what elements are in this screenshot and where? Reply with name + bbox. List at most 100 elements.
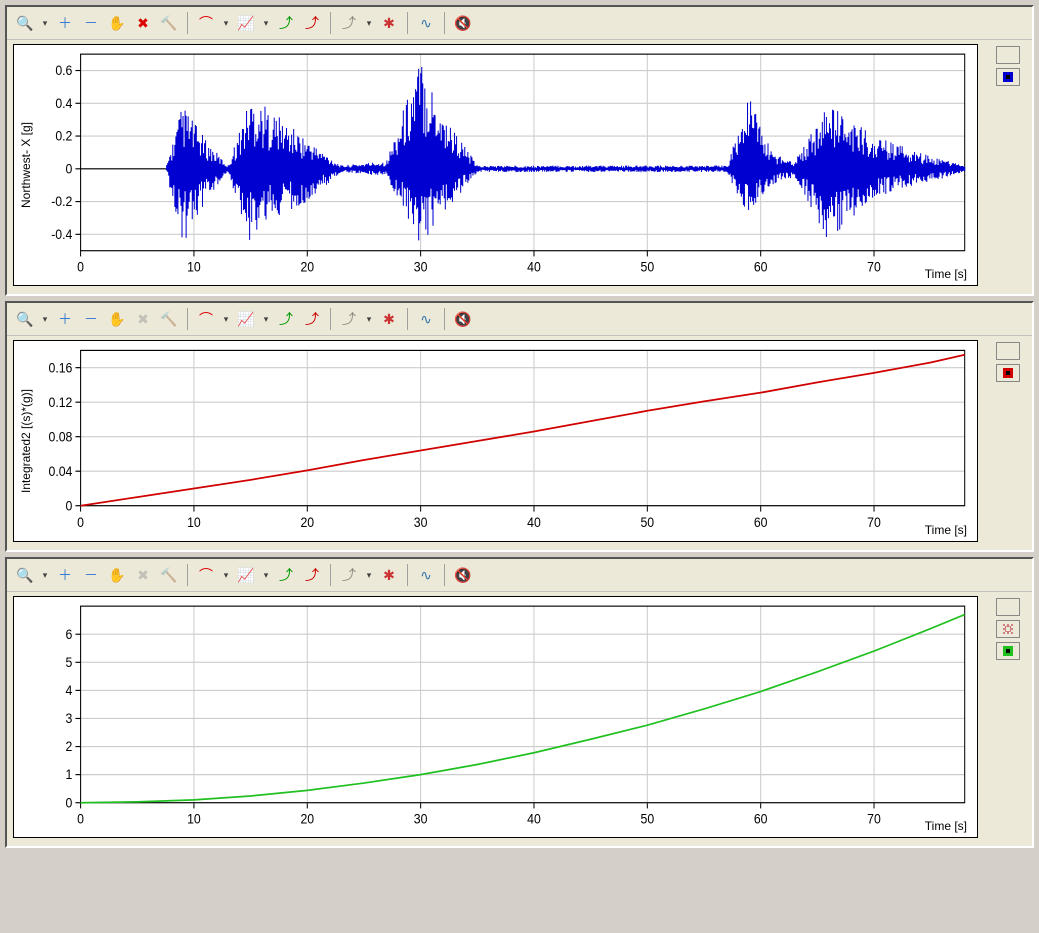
curve-double-icon[interactable]: ∿	[414, 11, 438, 35]
legend-entry[interactable]	[996, 620, 1020, 638]
svg-text:10: 10	[187, 811, 201, 827]
panel-northwest-x: 🔍▾＋－✋✖🔨⌒▾📈▾⤴⤴⤴▾✱∿🔇010203040506070-0.4-0.…	[5, 5, 1034, 296]
svg-text:0.2: 0.2	[55, 128, 72, 144]
svg-text:50: 50	[640, 514, 654, 530]
pan-hand-icon[interactable]: ✋	[105, 563, 129, 587]
slope-fit-icon[interactable]: 📈	[234, 11, 258, 35]
svg-text:0.04: 0.04	[48, 463, 72, 479]
legend-blank[interactable]	[996, 46, 1020, 64]
dropdown-2-icon[interactable]: ▾	[220, 307, 232, 331]
marker-set-icon[interactable]: ✱	[377, 307, 401, 331]
chart-svg: 01020304050607000.040.080.120.16	[14, 341, 977, 541]
add-icon[interactable]: ＋	[53, 563, 77, 587]
legend-blank[interactable]	[996, 342, 1020, 360]
curve-fit-icon[interactable]: ⌒	[194, 11, 218, 35]
remove-cursor-red-icon[interactable]: ⤴	[300, 563, 324, 587]
chart-area[interactable]: 01020304050607000.040.080.120.16Integrat…	[13, 340, 978, 542]
svg-text:40: 40	[527, 514, 541, 530]
separator	[187, 308, 188, 330]
slope-fit-icon[interactable]: 📈	[234, 307, 258, 331]
content-row: 01020304050607000.040.080.120.16Integrat…	[7, 336, 1032, 550]
separator	[444, 308, 445, 330]
curve-double-icon[interactable]: ∿	[414, 563, 438, 587]
marker-set-icon[interactable]: ✱	[377, 11, 401, 35]
separator	[330, 308, 331, 330]
remove-cursor-red-icon[interactable]: ⤴	[300, 11, 324, 35]
svg-text:-0.2: -0.2	[51, 194, 72, 210]
dropdown-4-icon[interactable]: ▾	[363, 307, 375, 331]
remove-icon[interactable]: －	[79, 563, 103, 587]
add-icon[interactable]: ＋	[53, 307, 77, 331]
svg-text:40: 40	[527, 259, 541, 275]
separator	[187, 564, 188, 586]
hammer-icon: 🔨	[157, 563, 181, 587]
legend-column	[984, 336, 1032, 550]
dropdown-2-icon[interactable]: ▾	[220, 563, 232, 587]
legend-swatch-icon	[1003, 646, 1013, 656]
svg-text:20: 20	[300, 811, 314, 827]
curve-double-icon[interactable]: ∿	[414, 307, 438, 331]
dropdown-2-icon[interactable]: ▾	[220, 11, 232, 35]
sound-off-icon[interactable]: 🔇	[451, 11, 475, 35]
svg-text:30: 30	[414, 811, 428, 827]
remove-icon[interactable]: －	[79, 11, 103, 35]
separator	[407, 308, 408, 330]
separator	[444, 12, 445, 34]
toolbar: 🔍▾＋－✋✖🔨⌒▾📈▾⤴⤴⤴▾✱∿🔇	[7, 559, 1032, 592]
dropdown-4-icon[interactable]: ▾	[363, 563, 375, 587]
content-row: 0102030405060700123456Time [s]	[7, 592, 1032, 846]
svg-text:0: 0	[66, 498, 73, 514]
legend-entry[interactable]	[996, 364, 1020, 382]
svg-text:4: 4	[66, 682, 73, 698]
remove-icon[interactable]: －	[79, 307, 103, 331]
zoom-tool-icon[interactable]: 🔍	[13, 563, 37, 587]
dropdown-3-icon[interactable]: ▾	[260, 307, 272, 331]
svg-text:30: 30	[414, 514, 428, 530]
chart-svg: 0102030405060700123456	[14, 597, 977, 837]
remove-cursor-red-icon[interactable]: ⤴	[300, 307, 324, 331]
zoom-tool-icon[interactable]: 🔍	[13, 307, 37, 331]
separator	[407, 12, 408, 34]
svg-text:0: 0	[66, 161, 73, 177]
add-cursor-green-icon[interactable]: ⤴	[274, 307, 298, 331]
svg-text:0: 0	[77, 514, 84, 530]
dropdown-1-icon[interactable]: ▾	[39, 307, 51, 331]
add-icon[interactable]: ＋	[53, 11, 77, 35]
x-axis-label: Time [s]	[925, 523, 967, 537]
zoom-x-red-icon[interactable]: ✖	[131, 307, 155, 331]
dropdown-3-icon[interactable]: ▾	[260, 563, 272, 587]
zoom-x-red-icon[interactable]: ✖	[131, 563, 155, 587]
zoom-x-red-icon[interactable]: ✖	[131, 11, 155, 35]
chart-svg: 010203040506070-0.4-0.200.20.40.6	[14, 45, 977, 285]
curve-fit-icon[interactable]: ⌒	[194, 307, 218, 331]
svg-text:0.08: 0.08	[48, 429, 72, 445]
legend-swatch-icon	[1003, 624, 1013, 634]
slope-fit-icon[interactable]: 📈	[234, 563, 258, 587]
dropdown-1-icon[interactable]: ▾	[39, 11, 51, 35]
legend-swatch-icon	[1003, 72, 1013, 82]
svg-text:20: 20	[300, 259, 314, 275]
svg-text:0: 0	[66, 795, 73, 811]
dropdown-1-icon[interactable]: ▾	[39, 563, 51, 587]
legend-entry[interactable]	[996, 642, 1020, 660]
pan-hand-icon[interactable]: ✋	[105, 11, 129, 35]
legend-column	[984, 40, 1032, 294]
add-cursor-green-icon[interactable]: ⤴	[274, 11, 298, 35]
y-axis-label: Northwest- X [g]	[19, 105, 33, 225]
chart-area[interactable]: 0102030405060700123456Time [s]	[13, 596, 978, 838]
marker-set-icon[interactable]: ✱	[377, 563, 401, 587]
sound-off-icon[interactable]: 🔇	[451, 563, 475, 587]
add-cursor-green-icon[interactable]: ⤴	[274, 563, 298, 587]
dropdown-4-icon[interactable]: ▾	[363, 11, 375, 35]
pan-hand-icon[interactable]: ✋	[105, 307, 129, 331]
dropdown-3-icon[interactable]: ▾	[260, 11, 272, 35]
zoom-tool-icon[interactable]: 🔍	[13, 11, 37, 35]
chart-area[interactable]: 010203040506070-0.4-0.200.20.40.6Northwe…	[13, 44, 978, 286]
curve-fit-icon[interactable]: ⌒	[194, 563, 218, 587]
svg-text:2: 2	[66, 738, 73, 754]
legend-entry[interactable]	[996, 68, 1020, 86]
separator	[444, 564, 445, 586]
svg-text:-0.4: -0.4	[51, 226, 72, 242]
legend-blank[interactable]	[996, 598, 1020, 616]
sound-off-icon[interactable]: 🔇	[451, 307, 475, 331]
